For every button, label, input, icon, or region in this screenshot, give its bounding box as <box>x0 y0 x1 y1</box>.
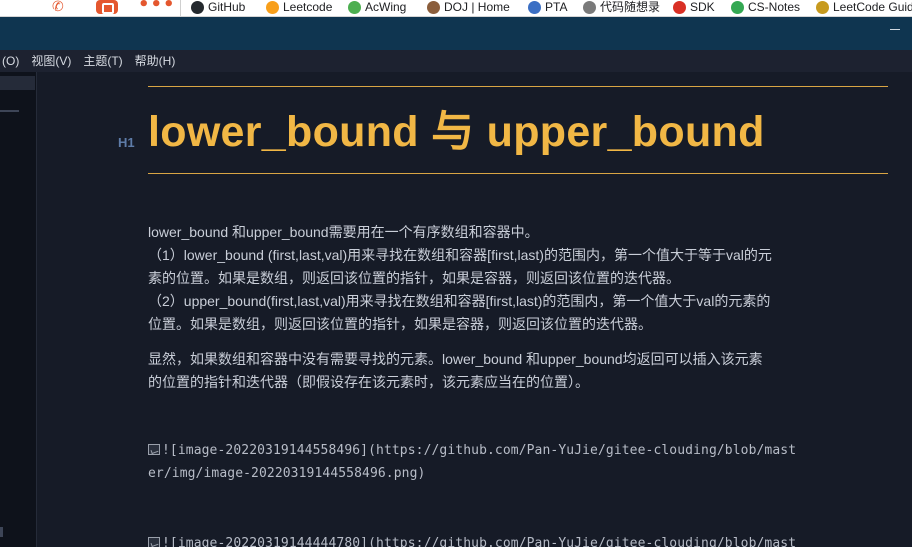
paragraph-line: 的位置的指针和迭代器（即假设存在该元素时，该元素应当在的位置）。 <box>148 374 589 390</box>
window-titlebar <box>0 17 912 50</box>
markdown-editor[interactable]: H1 lower_bound 与 upper_bound lower_bound… <box>37 72 912 547</box>
bookmark-label: GitHub <box>208 0 246 14</box>
bookmark-acwing[interactable]: AcWing <box>348 0 406 14</box>
sidebar-divider <box>0 110 19 112</box>
bookmark-label: DOJ | Home <box>444 0 510 14</box>
broken-image-icon <box>148 444 160 455</box>
bookmark-label: LeetCode Guid <box>833 0 912 14</box>
paragraph[interactable]: lower_bound 和upper_bound需要用在一个有序数组和容器中。 … <box>148 221 818 336</box>
paragraph[interactable]: 显然，如果数组和容器中没有需要寻找的元素。lower_bound 和upper_… <box>148 348 818 394</box>
menu-view[interactable]: 视图(V) <box>27 50 75 72</box>
more-extensions-icon[interactable]: ••• <box>138 0 175 14</box>
image-markdown-source[interactable]: ![image-20220319144444780](https://githu… <box>148 532 888 547</box>
pta-icon <box>528 0 541 14</box>
phone-extension-icon[interactable]: ✆ <box>52 0 74 14</box>
bookmark-github[interactable]: GitHub <box>191 0 245 14</box>
video-extension-icon[interactable] <box>96 0 118 14</box>
github-icon <box>191 0 204 14</box>
leetcode-guide-icon <box>816 0 829 14</box>
bookmark-cs-notes[interactable]: CS-Notes <box>731 0 800 14</box>
bookmarks-bar: ✆ ••• GitHub Leetcode AcWing DOJ | Home … <box>0 0 912 17</box>
bookmark-label: AcWing <box>365 0 407 14</box>
minimize-icon[interactable] <box>890 29 900 30</box>
heading-level-marker: H1 <box>118 135 135 150</box>
doj-icon <box>427 0 440 14</box>
leetcode-icon <box>266 0 279 14</box>
bookmark-pta[interactable]: PTA <box>528 0 567 14</box>
image-source-line: er/img/image-20220319144558496.png) <box>148 466 426 481</box>
sidebar <box>0 72 37 547</box>
bookmark-leetcode[interactable]: Leetcode <box>266 0 332 14</box>
paragraph-line: lower_bound 和upper_bound需要用在一个有序数组和容器中。 <box>148 224 539 240</box>
bookmark-leetcode-guide[interactable]: LeetCode Guid <box>816 0 912 14</box>
menu-bar: (O) 视图(V) 主题(T) 帮助(H) <box>0 50 912 72</box>
cs-notes-icon <box>731 0 744 14</box>
heading-bottom-rule <box>148 173 888 174</box>
image-source-text: ![image-20220319144444780](https://githu… <box>162 536 797 547</box>
paragraph-line: 显然，如果数组和容器中没有需要寻找的元素。lower_bound 和upper_… <box>148 351 763 367</box>
paragraph-line: 位置。如果是数组，则返回该位置的指针，如果是容器，则返回该位置的迭代器。 <box>148 316 652 332</box>
bookmarks-separator <box>180 0 181 16</box>
bookmark-label: SDK <box>690 0 715 14</box>
sdk-icon <box>673 0 686 14</box>
code-icon <box>583 0 596 14</box>
heading-top-rule <box>148 86 888 87</box>
image-source-text: ![image-20220319144558496](https://githu… <box>162 443 797 458</box>
paragraph-line: （1）lower_bound (first,last,val)用来寻找在数组和容… <box>148 247 772 263</box>
bookmark-sdk[interactable]: SDK <box>673 0 715 14</box>
bookmark-label: CS-Notes <box>748 0 801 14</box>
page-title[interactable]: lower_bound 与 upper_bound <box>148 104 765 160</box>
bookmark-code-notes[interactable]: 代码随想录 <box>583 0 660 14</box>
sidebar-selected-item[interactable] <box>0 76 35 90</box>
menu-paragraph[interactable]: (O) <box>0 50 23 72</box>
sidebar-scroll-mark <box>0 527 3 537</box>
bookmark-label: Leetcode <box>283 0 333 14</box>
bookmark-label: PTA <box>545 0 568 14</box>
menu-theme[interactable]: 主题(T) <box>79 50 126 72</box>
bookmark-label: 代码随想录 <box>600 0 661 14</box>
paragraph-line: 素的位置。如果是数组，则返回该位置的指针，如果是容器，则返回该位置的迭代器。 <box>148 270 680 286</box>
image-source-line: ![image-20220319144444780](https://githu… <box>148 532 888 547</box>
acwing-icon <box>348 0 361 14</box>
image-markdown-source[interactable]: ![image-20220319144558496](https://githu… <box>148 439 888 485</box>
bookmark-doj[interactable]: DOJ | Home <box>427 0 510 14</box>
image-source-line: ![image-20220319144558496](https://githu… <box>148 439 888 462</box>
paragraph-line: （2）upper_bound(first,last,val)用来寻找在数组和容器… <box>148 293 771 309</box>
broken-image-icon <box>148 537 160 547</box>
menu-help[interactable]: 帮助(H) <box>131 50 180 72</box>
